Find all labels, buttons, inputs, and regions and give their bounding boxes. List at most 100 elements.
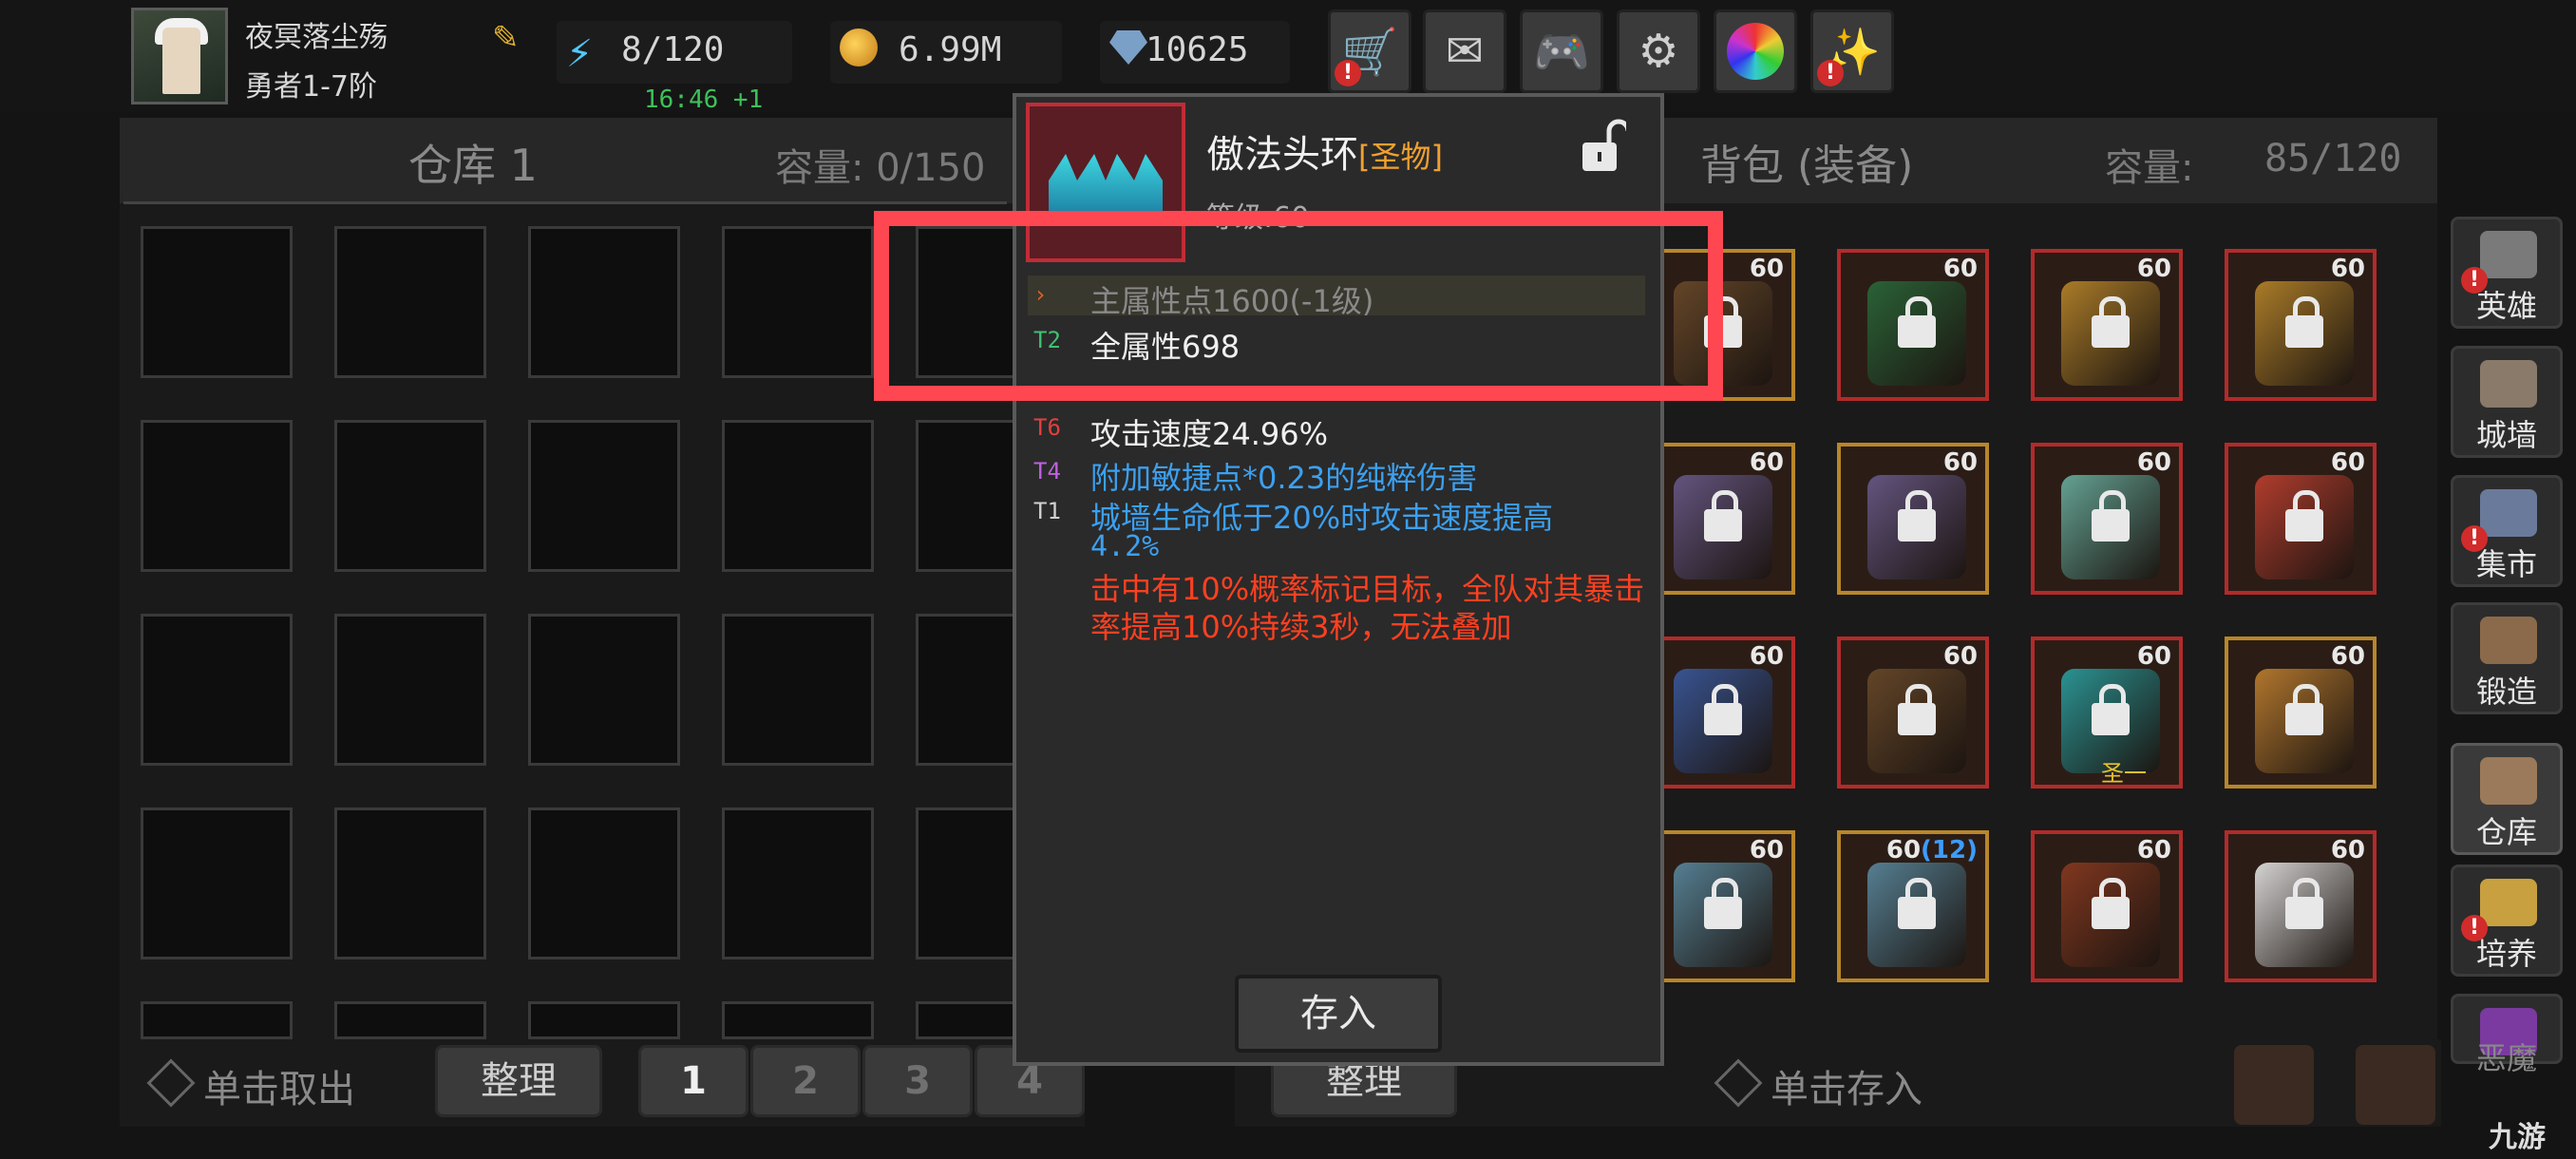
lock-icon	[2092, 296, 2130, 348]
page-3-button[interactable]: 3	[862, 1045, 973, 1117]
side-nav-城墙[interactable]: 城墙	[2451, 346, 2563, 458]
warehouse-slot[interactable]	[528, 614, 680, 766]
backpack-item[interactable]: 60	[1837, 636, 1989, 788]
warehouse-title: 仓库 1	[408, 140, 538, 191]
sort-warehouse-button[interactable]: 整理	[435, 1045, 602, 1117]
item-level-label: 60	[1942, 448, 1978, 477]
item-level-label: 60	[2330, 642, 2365, 671]
lock-icon	[2285, 878, 2323, 929]
lock-icon	[1704, 490, 1742, 542]
gems-value: 10625	[1146, 30, 1249, 69]
backpack-item[interactable]: 60	[2031, 830, 2183, 982]
bag-filter-icon[interactable]	[2356, 1045, 2435, 1125]
warehouse-slot[interactable]	[722, 614, 874, 766]
item-level-label: 60	[1749, 255, 1784, 283]
armor-filter-icon[interactable]	[2234, 1045, 2314, 1125]
side-nav-培养[interactable]: 培养!	[2451, 864, 2563, 977]
side-nav-锻造[interactable]: 锻造	[2451, 602, 2563, 714]
lock-icon	[1704, 878, 1742, 929]
event-button[interactable]: ✨!	[1810, 10, 1894, 93]
backpack-capacity-label: 容量:	[2105, 146, 2194, 190]
page-2-button[interactable]: 2	[750, 1045, 861, 1117]
side-nav-icon	[2480, 360, 2537, 408]
player-name: 夜冥落尘殇	[245, 21, 388, 54]
backpack-item[interactable]: 60	[1837, 443, 1989, 595]
stat-text: 攻击速度24.96%	[1090, 416, 1329, 452]
stat-row: T1 城墙生命低于20%时攻击速度提高	[1028, 494, 1645, 536]
lock-icon	[2092, 684, 2130, 735]
lock-icon	[1898, 684, 1936, 735]
settings-button[interactable]: ⚙	[1617, 10, 1700, 93]
page-1-button[interactable]: 1	[638, 1045, 748, 1117]
lock-icon	[2092, 878, 2130, 929]
color-wheel-button[interactable]	[1714, 10, 1797, 93]
item-level-label: 60	[2330, 448, 2365, 477]
warehouse-slot[interactable]	[528, 420, 680, 572]
backpack-item[interactable]: 60	[1643, 830, 1795, 982]
gold-coin-icon	[840, 28, 878, 66]
backpack-item[interactable]: 60	[2225, 443, 2377, 595]
warehouse-slot[interactable]	[334, 614, 486, 766]
lock-icon	[1898, 878, 1936, 929]
backpack-item[interactable]: 60	[2225, 830, 2377, 982]
backpack-item[interactable]: 60(12)	[1837, 830, 1989, 982]
gamepad-button[interactable]: 🎮	[1520, 10, 1603, 93]
warehouse-slot[interactable]	[334, 1001, 486, 1039]
warehouse-slot[interactable]	[334, 226, 486, 378]
side-nav-集市[interactable]: 集市!	[2451, 475, 2563, 587]
mail-button[interactable]: ✉	[1423, 10, 1506, 93]
warehouse-slot[interactable]	[528, 226, 680, 378]
store-button[interactable]: 存入	[1235, 975, 1442, 1053]
backpack-item[interactable]: 60	[2225, 249, 2377, 401]
warehouse-slot[interactable]	[722, 808, 874, 960]
backpack-item[interactable]: 60	[2031, 443, 2183, 595]
stat-tier: T1	[1033, 498, 1061, 524]
gold-value: 6.99M	[899, 30, 1002, 69]
warehouse-slot[interactable]	[722, 226, 874, 378]
stat-text: 城墙生命低于20%时攻击速度提高	[1090, 500, 1554, 536]
side-nav-仓库[interactable]: 仓库	[2451, 743, 2563, 855]
warehouse-slot[interactable]	[722, 1001, 874, 1039]
alert-badge-icon: !	[2461, 915, 2488, 941]
stat-text: 附加敏捷点*0.23的纯粹伤害	[1090, 460, 1478, 496]
warehouse-slot[interactable]	[141, 808, 293, 960]
side-nav-label: 锻造	[2475, 674, 2537, 710]
backpack-item[interactable]: 60	[1643, 636, 1795, 788]
backpack-item[interactable]: 60	[2031, 249, 2183, 401]
unlock-icon[interactable]	[1581, 118, 1626, 175]
lock-icon	[1898, 296, 1936, 348]
annotation-highlight-box	[874, 211, 1723, 401]
side-nav-英雄[interactable]: 英雄!	[2451, 217, 2563, 329]
warehouse-slot[interactable]	[141, 1001, 293, 1039]
store-hint: 单击存入	[1771, 1068, 1923, 1112]
energy-timer: 16:46 +1	[644, 86, 764, 114]
warehouse-slot[interactable]	[528, 1001, 680, 1039]
player-avatar[interactable]	[131, 8, 228, 104]
item-level-label: 60	[2330, 836, 2365, 864]
backpack-item[interactable]: 60	[1643, 443, 1795, 595]
side-nav-label: 恶魔	[2475, 1040, 2537, 1076]
energy-value: 8/120	[621, 30, 725, 69]
mail-icon: ✉	[1445, 25, 1485, 78]
warehouse-slot[interactable]	[334, 808, 486, 960]
item-name-line: 傲法头环[圣物]	[1206, 124, 1443, 179]
alert-badge-icon: !	[2461, 267, 2488, 294]
warehouse-slot[interactable]	[528, 808, 680, 960]
backpack-item[interactable]: 60	[1837, 249, 1989, 401]
edit-name-icon[interactable]: ✎	[492, 19, 530, 57]
backpack-item[interactable]: 60	[2225, 636, 2377, 788]
warehouse-slot[interactable]	[141, 614, 293, 766]
side-nav-恶魔[interactable]: 恶魔	[2451, 994, 2563, 1076]
stat-tier: T4	[1033, 458, 1061, 484]
lock-icon	[1704, 684, 1742, 735]
item-level-label: 60	[2136, 836, 2171, 864]
warehouse-divider	[123, 201, 1007, 204]
warehouse-slot[interactable]	[334, 420, 486, 572]
warehouse-slot[interactable]	[141, 226, 293, 378]
backpack-item[interactable]: 60 圣一	[2031, 636, 2183, 788]
warehouse-slot[interactable]	[141, 420, 293, 572]
shop-button[interactable]: 🛒!	[1328, 10, 1411, 93]
item-tag: 圣一	[2101, 760, 2147, 787]
alert-badge-icon: !	[1817, 60, 1844, 86]
warehouse-slot[interactable]	[722, 420, 874, 572]
